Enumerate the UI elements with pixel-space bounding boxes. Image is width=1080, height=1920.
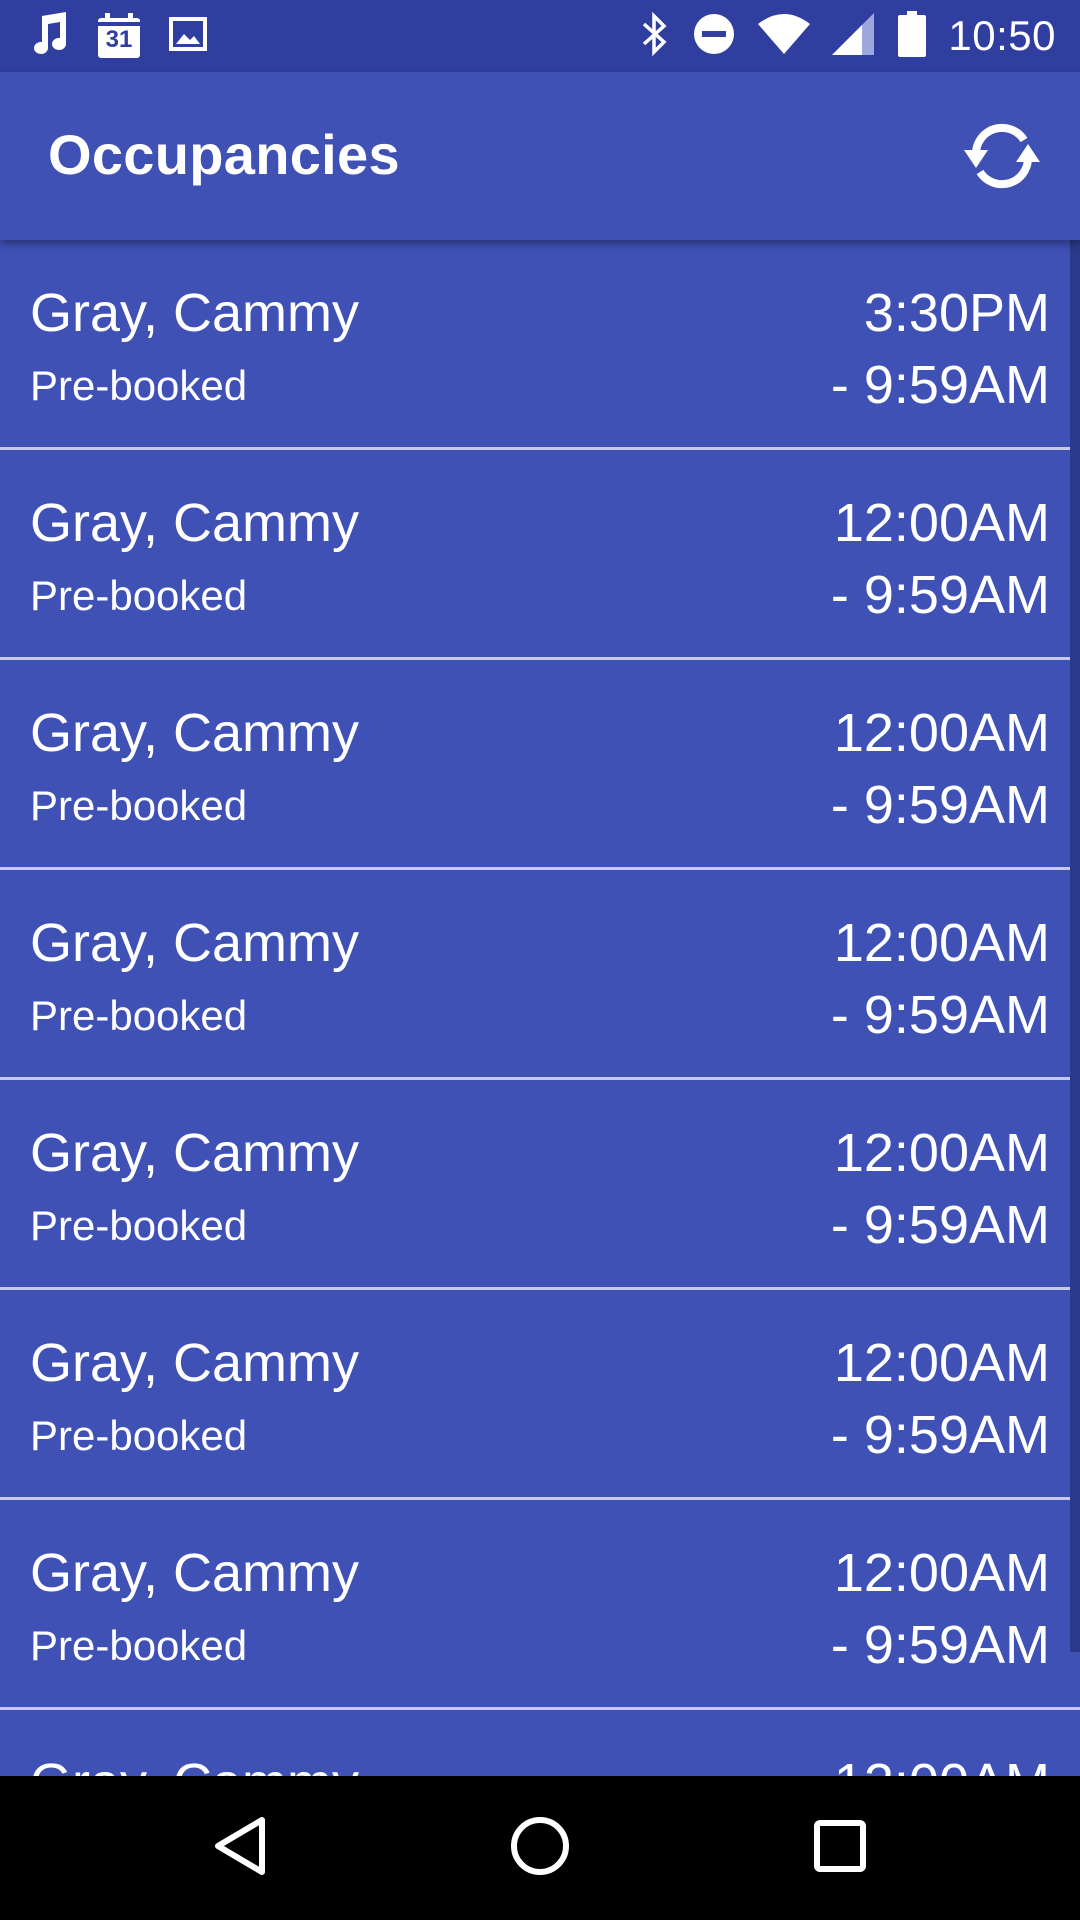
image-icon	[168, 16, 208, 57]
booking-status: Pre-booked	[30, 1622, 248, 1669]
do-not-disturb-icon	[692, 12, 736, 61]
list-scrollbar[interactable]	[1070, 240, 1080, 1652]
home-button[interactable]	[504, 1812, 576, 1884]
start-time: 12:00AM	[834, 1752, 1050, 1776]
status-bar: 31 10:50	[0, 0, 1080, 72]
refresh-button[interactable]	[960, 116, 1044, 200]
start-time: 12:00AM	[833, 1123, 1050, 1183]
end-time: - 9:59AM	[830, 1405, 1050, 1465]
occupant-name: Gray, Cammy	[30, 913, 360, 973]
occupant-name: Gray, Cammy	[30, 1123, 360, 1183]
list-item[interactable]: Gray, Cammy Pre-booked 12:00AM - 9:59AM	[0, 660, 1080, 870]
home-icon	[508, 1814, 572, 1883]
start-time: 12:00AM	[833, 1333, 1050, 1393]
occupant-name: Gray, Cammy	[30, 493, 360, 553]
recents-icon	[812, 1818, 868, 1879]
booking-status: Pre-booked	[30, 1202, 248, 1249]
booking-status: Pre-booked	[30, 1412, 248, 1459]
calendar-day-label: 31	[105, 26, 133, 53]
list-item[interactable]: Gray, Cammy Pre-booked 12:00AM - 9:59AM	[0, 1290, 1080, 1500]
status-right-icons: 10:50	[640, 10, 1056, 62]
app-bar: Occupancies	[0, 72, 1080, 240]
list-item[interactable]: Gray, Cammy Pre-booked 3:30PM - 9:59AM	[0, 240, 1080, 450]
list-item[interactable]: Gray, Cammy Pre-booked 12:00AM - 9:59AM	[0, 1500, 1080, 1710]
end-time: - 9:59AM	[830, 985, 1050, 1045]
refresh-icon	[960, 120, 1044, 197]
occupancy-list[interactable]: Gray, Cammy Pre-booked 3:30PM - 9:59AM G…	[0, 240, 1080, 1776]
wifi-icon	[758, 13, 811, 59]
list-item[interactable]: Gray, Cammy Pre-booked 12:00AM - 9:59AM	[0, 1080, 1080, 1290]
end-time: - 9:59AM	[830, 1195, 1050, 1255]
booking-status: Pre-booked	[30, 362, 248, 409]
status-left-icons: 31	[30, 11, 208, 61]
recents-button[interactable]	[804, 1812, 876, 1884]
start-time: 12:00AM	[833, 1543, 1050, 1603]
bluetooth-icon	[640, 11, 670, 61]
end-time: - 9:59AM	[830, 565, 1050, 625]
navigation-bar	[0, 1776, 1080, 1920]
status-time: 10:50	[948, 12, 1056, 59]
page-title: Occupancies	[48, 123, 400, 186]
battery-icon	[898, 10, 927, 62]
booking-status: Pre-booked	[30, 782, 248, 829]
list-item[interactable]: Gray, Cammy Pre-booked 12:00AM - 9:59AM	[0, 450, 1080, 660]
signal-icon	[832, 12, 876, 60]
start-time: 3:30PM	[863, 283, 1050, 343]
booking-status: Pre-booked	[30, 572, 248, 619]
occupant-name: Gray, Cammy	[30, 703, 360, 763]
back-button[interactable]	[204, 1812, 276, 1884]
list-item[interactable]: Gray, Cammy Pre-booked 12:00AM - 9:59AM	[0, 870, 1080, 1080]
occupant-name: Gray, Cammy	[30, 283, 360, 343]
occupant-name: Gray, Cammy	[30, 1333, 360, 1393]
occupant-name: Gray, Cammy	[30, 1543, 360, 1603]
start-time: 12:00AM	[833, 703, 1050, 763]
start-time: 12:00AM	[833, 493, 1050, 553]
start-time: 12:00AM	[833, 913, 1050, 973]
back-icon	[210, 1814, 270, 1883]
end-time: - 9:59AM	[830, 775, 1050, 835]
occupant-name: Gray, Cammy	[30, 1752, 359, 1776]
music-note-icon	[30, 11, 70, 61]
list-item[interactable]: Gray, Cammy 12:00AM	[0, 1710, 1080, 1776]
booking-status: Pre-booked	[30, 992, 248, 1039]
end-time: - 9:59AM	[830, 355, 1050, 415]
calendar-icon: 31	[96, 12, 142, 60]
end-time: - 9:59AM	[830, 1615, 1050, 1675]
